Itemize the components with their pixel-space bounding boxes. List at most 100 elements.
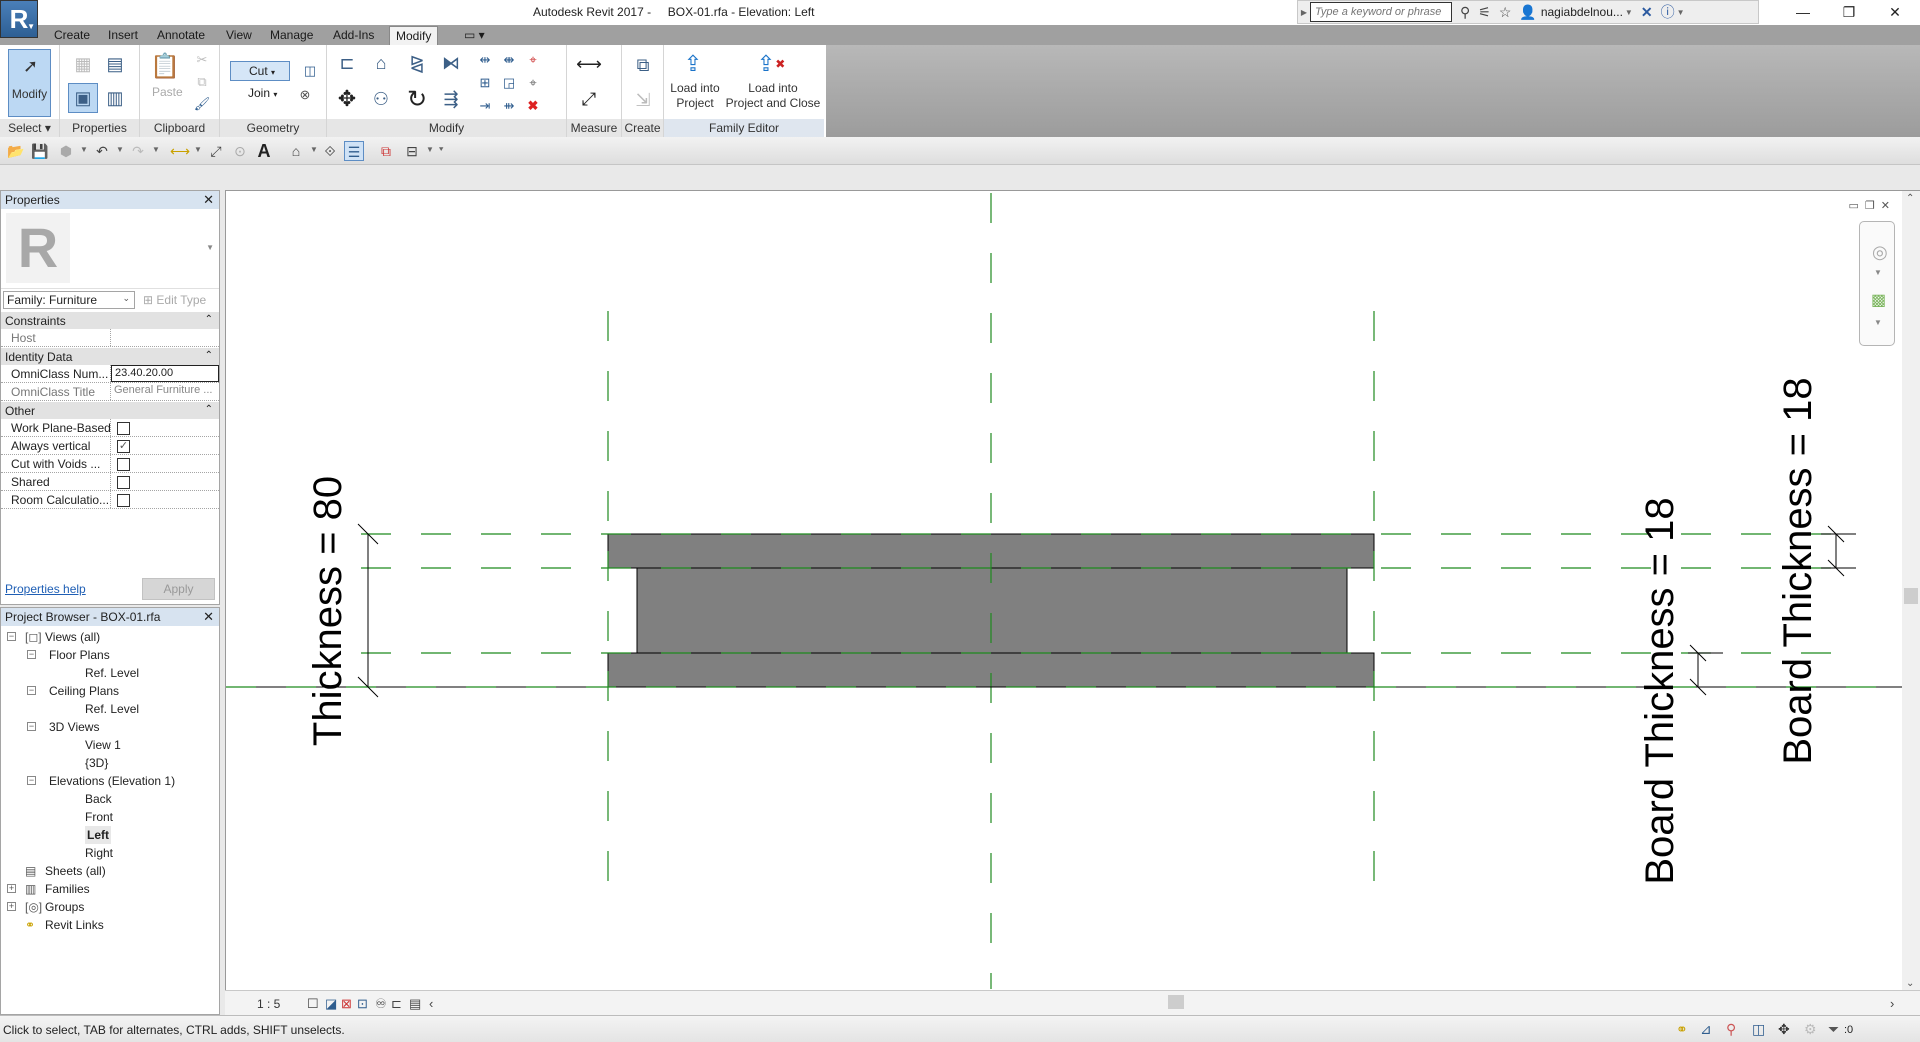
wall-joins-icon[interactable]: ⊗ (295, 85, 315, 105)
rotate-icon[interactable]: ↻ (403, 85, 431, 113)
match-properties-icon[interactable]: 🖌 (192, 94, 212, 114)
aligned-dimension-icon[interactable]: ⤢ (573, 85, 605, 113)
view-scale[interactable]: 1 : 5 (257, 997, 280, 1011)
minimize-view-icon[interactable]: ▭ (1849, 200, 1865, 212)
mirror-draw-axis-icon[interactable]: ⧑ (437, 50, 465, 76)
vertical-scrollbar[interactable]: ⌃ ⌄ (1902, 191, 1920, 991)
detail-level-icon[interactable]: ☐ (307, 996, 319, 1012)
family-types-icon[interactable]: ▥ (100, 83, 130, 113)
shadows-icon[interactable]: ⊡ (357, 996, 368, 1012)
tab-contextual-dropdown[interactable]: ▭ ▾ (458, 26, 491, 45)
scroll-right-icon[interactable]: › (1890, 996, 1894, 1011)
tab-insert[interactable]: Insert (102, 26, 144, 45)
chevron-down-icon[interactable]: ▼ (206, 243, 214, 252)
user-sign-in[interactable]: nagiabdelnou... (1541, 5, 1623, 19)
scroll-up-icon[interactable]: ⌃ (1906, 193, 1914, 204)
browser-item[interactable]: 3D Views (49, 718, 99, 736)
offset-icon[interactable]: ⌂ (367, 50, 395, 76)
chevron-down-icon[interactable]: ▼ (80, 145, 88, 154)
array-icon[interactable]: ⊞ (475, 73, 495, 93)
work-plane-based-checkbox[interactable] (117, 422, 130, 435)
split-element-icon[interactable]: ⇹ (475, 50, 495, 70)
browser-item[interactable]: Right (85, 844, 113, 862)
tab-create[interactable]: Create (48, 26, 96, 45)
steering-wheel-2d-icon[interactable]: ◎ (1872, 242, 1888, 263)
measure-distance-icon[interactable]: ⟷ (573, 53, 605, 75)
scissors-icon[interactable]: ✂ (192, 50, 212, 70)
scroll-down-icon[interactable]: ⌄ (1906, 978, 1914, 989)
group-identity-data[interactable]: Identity Data ⌃ (1, 347, 219, 365)
pin-icon[interactable]: ⌖ (523, 73, 543, 93)
expand-arrow-icon[interactable]: ▶ (1298, 8, 1310, 17)
trim-single-icon[interactable]: ⇥ (475, 96, 495, 116)
mirror-pick-axis-icon[interactable]: ⧎ (403, 50, 431, 76)
visual-style-icon[interactable]: ◪ (325, 996, 337, 1012)
load-into-project-button[interactable]: ⇪ Load into Project (666, 45, 724, 117)
unpin-icon[interactable]: ⌖ (523, 50, 543, 70)
collapse-icon[interactable]: − (27, 722, 36, 731)
application-menu-button[interactable]: R ▼ (0, 0, 38, 38)
browser-item[interactable]: Ceiling Plans (49, 682, 119, 700)
copy-element-icon[interactable]: ⚇ (367, 85, 395, 113)
temp-hide-icon[interactable]: ▤ (409, 996, 421, 1012)
trim-multiple-icon[interactable]: ⇻ (499, 96, 519, 116)
browser-item[interactable]: Front (85, 808, 113, 826)
shared-checkbox[interactable] (117, 476, 130, 489)
close-view-icon[interactable]: ✕ (1881, 200, 1896, 212)
drag-on-selection-icon[interactable]: ✥ (1778, 1021, 1790, 1038)
help-search-input[interactable] (1310, 2, 1452, 22)
browser-item[interactable]: Revit Links (45, 916, 104, 934)
browser-item[interactable]: Sheets (all) (45, 862, 106, 880)
restore-button[interactable]: ❐ (1826, 0, 1872, 24)
edit-type-button[interactable]: ⊞ Edit Type (143, 293, 206, 307)
measure-icon[interactable]: ⟷ (170, 141, 190, 161)
exchange-apps-icon[interactable]: ✕ (1641, 4, 1653, 21)
tab-view[interactable]: View (220, 26, 258, 45)
star-icon[interactable]: ☆ (1499, 4, 1512, 21)
select-underlay-icon[interactable]: ⊿ (1700, 1021, 1712, 1038)
browser-item[interactable]: View 1 (85, 736, 121, 754)
always-vertical-checkbox[interactable]: ✓ (117, 440, 130, 453)
family-select[interactable]: Family: Furniture ⌄ (3, 291, 135, 309)
filter-icon[interactable]: ⏷ (1828, 1021, 1839, 1038)
move-icon[interactable]: ✥ (333, 85, 361, 113)
customize-qat-icon[interactable]: ⯆ (438, 145, 444, 155)
copy-icon[interactable]: ⧉ (192, 72, 212, 92)
join-geometry-button[interactable]: Join ▾ (230, 86, 277, 100)
chevron-down-icon[interactable]: ▼ (310, 145, 318, 154)
scale-icon[interactable]: ◲ (499, 73, 519, 93)
sun-path-icon[interactable]: ⊠ (341, 996, 352, 1012)
crop-view-icon[interactable]: ⊏ (391, 996, 402, 1012)
browser-item[interactable]: Views (all) (45, 628, 100, 646)
zoom-region-icon[interactable]: ▩ (1871, 290, 1886, 310)
paste-icon[interactable]: 📋 (150, 51, 180, 81)
modify-tool-button[interactable]: ➚ Modify (8, 49, 51, 117)
select-by-face-icon[interactable]: ◫ (1752, 1021, 1765, 1038)
redo-icon[interactable]: ↷ (128, 141, 148, 161)
collapse-arrow-icon[interactable]: ‹ (429, 996, 433, 1011)
browser-item[interactable]: Floor Plans (49, 646, 110, 664)
chevron-down-icon[interactable]: ▼ (1874, 318, 1882, 327)
chevron-down-icon[interactable]: ▼ (1677, 8, 1685, 17)
type-selector[interactable]: R ▼ (1, 209, 219, 289)
user-icon[interactable]: 👤 (1519, 4, 1536, 21)
background-processes-icon[interactable]: ⚙ (1804, 1021, 1817, 1038)
browser-item[interactable]: Elevations (Elevation 1) (49, 772, 175, 790)
close-button[interactable]: ✕ (1872, 0, 1918, 24)
apply-button[interactable]: Apply (142, 578, 215, 600)
chevron-down-icon[interactable]: ▼ (426, 145, 434, 154)
drawing-canvas[interactable]: Thickness = 80 Board Thickness = 18 Board … (225, 190, 1920, 991)
expand-icon[interactable]: + (7, 902, 16, 911)
browser-item[interactable]: Groups (45, 898, 84, 916)
section-icon[interactable]: ⟐ (320, 141, 340, 161)
chevron-down-icon[interactable]: ▼ (116, 145, 124, 154)
split-face-icon[interactable]: ◫ (300, 61, 320, 81)
group-other[interactable]: Other ⌃ (1, 401, 219, 419)
chevron-down-icon[interactable]: ▼ (1625, 8, 1633, 17)
select-links-icon[interactable]: ⚭ (1676, 1021, 1688, 1038)
save-icon[interactable]: 💾 (30, 141, 50, 161)
undo-icon[interactable]: ↶ (92, 141, 112, 161)
cut-with-voids-checkbox[interactable] (117, 458, 130, 471)
close-icon[interactable]: ✕ (203, 609, 214, 625)
horizontal-scroll-thumb[interactable] (1168, 995, 1184, 1009)
